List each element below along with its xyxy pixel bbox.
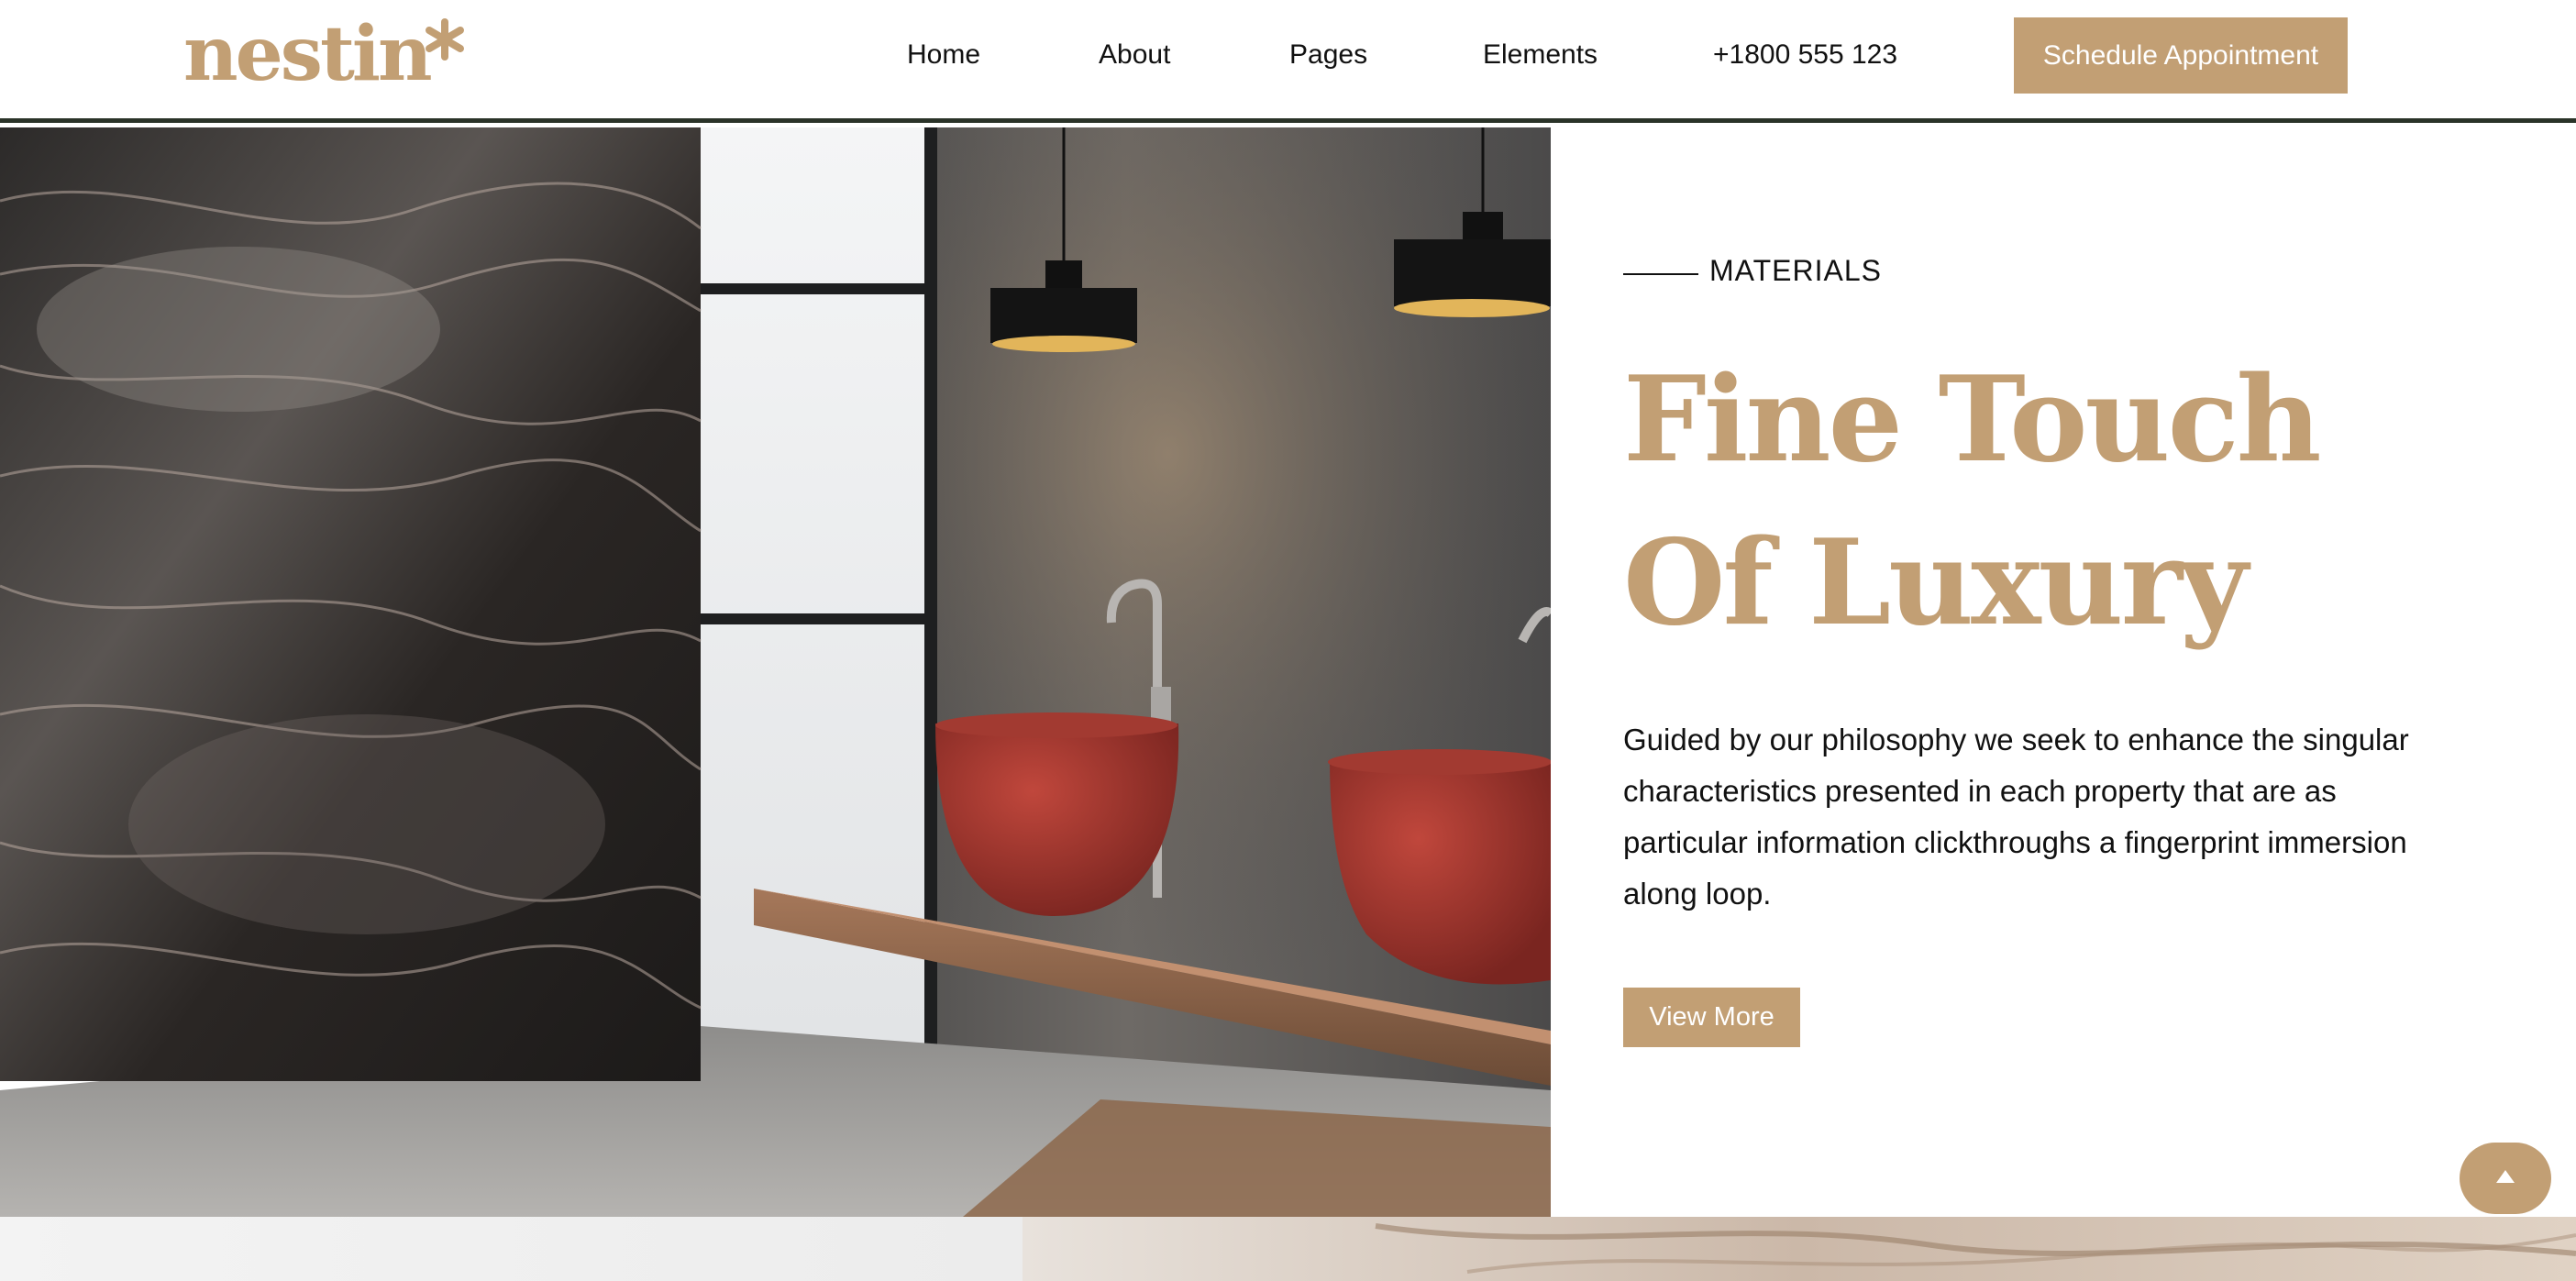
asterisk-logo-icon [426,18,464,61]
eyebrow-label: MATERIALS [1709,254,1882,287]
nav-elements[interactable]: Elements [1483,37,1598,73]
section-eyebrow: MATERIALS [1623,254,1882,288]
site-header: nestin Home About Pages Elements +1800 5… [0,0,2576,123]
view-more-button[interactable]: View More [1623,988,1800,1047]
hero-image [0,127,1551,1217]
nav-pages[interactable]: Pages [1289,37,1367,73]
section-description: Guided by our philosophy we seek to enha… [1623,723,2409,911]
arrow-up-icon [2496,1170,2515,1183]
schedule-appointment-button[interactable]: Schedule Appointment [2014,17,2348,94]
section-title: Fine Touch Of Luxury [1623,351,2322,652]
next-section-preview [0,1217,2576,1281]
logo[interactable]: nestin [183,17,433,92]
nav-phone[interactable]: +1800 555 123 [1713,37,1897,73]
scroll-to-top-button[interactable] [2460,1143,2551,1214]
nav-home[interactable]: Home [907,37,980,73]
nav-about[interactable]: About [1099,37,1170,73]
eyebrow-divider [1623,272,1698,275]
